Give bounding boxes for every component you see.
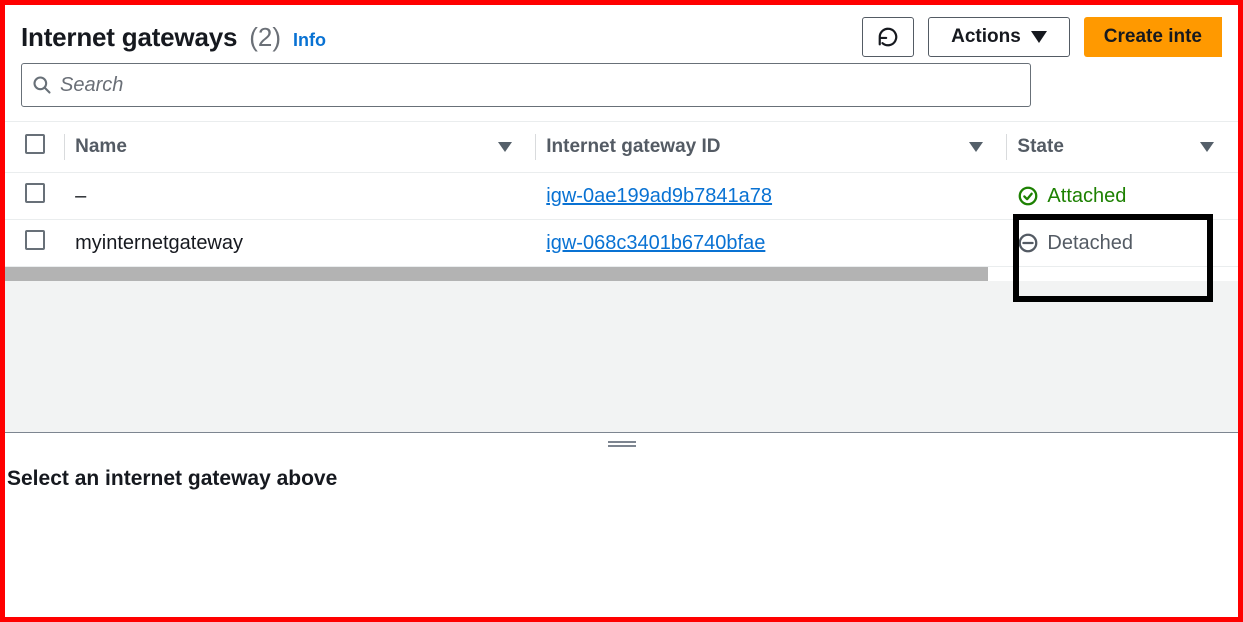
search-input[interactable] [60,74,1020,97]
gateways-table: Name Internet gateway ID State [5,121,1238,281]
filter-icon[interactable] [1200,142,1214,152]
drag-handle-icon [608,441,636,443]
gateway-id-link[interactable]: igw-0ae199ad9b7841a78 [546,185,772,207]
table-header-row: Name Internet gateway ID State [5,122,1238,173]
table-footer-area [5,281,1238,433]
app-frame: Internet gateways (2) Info Actions Creat… [0,0,1243,622]
caret-down-icon [1031,31,1047,43]
status-ok-icon [1017,185,1039,207]
state-cell: Attached [1017,185,1228,208]
cell-name: myinternetgateway [65,220,536,267]
status-stopped-icon [1017,232,1039,254]
row-checkbox[interactable] [25,230,45,250]
page-title: Internet gateways [21,22,237,53]
row-checkbox[interactable] [25,183,45,203]
filter-icon[interactable] [498,142,512,152]
state-label: Attached [1047,185,1126,208]
horizontal-scrollbar[interactable] [5,267,988,281]
header-bar: Internet gateways (2) Info Actions Creat… [5,5,1238,63]
refresh-icon [877,26,899,48]
table-row[interactable]: – igw-0ae199ad9b7841a78 Attached [5,173,1238,220]
column-id-label: Internet gateway ID [546,136,720,158]
title-group: Internet gateways (2) Info [21,22,326,53]
actions-button[interactable]: Actions [928,17,1070,57]
filter-icon[interactable] [969,142,983,152]
select-all-header [5,122,65,173]
state-cell: Detached [1017,232,1228,255]
state-label: Detached [1047,232,1133,255]
create-internet-gateway-button[interactable]: Create inte [1084,17,1222,57]
gateway-id-link[interactable]: igw-068c3401b6740bfae [546,232,765,254]
column-header-id[interactable]: Internet gateway ID [536,122,1007,173]
search-row [5,63,1238,121]
actions-label: Actions [951,26,1021,48]
item-count: (2) [249,22,281,53]
column-header-name[interactable]: Name [65,122,536,173]
refresh-button[interactable] [862,17,914,57]
detail-panel-empty: Select an internet gateway above [5,443,1238,491]
column-name-label: Name [75,136,127,158]
cell-name: – [65,173,536,220]
search-icon [32,75,52,95]
split-panel-handle[interactable] [5,433,1238,443]
search-box[interactable] [21,63,1031,107]
column-header-state[interactable]: State [1007,122,1238,173]
select-all-checkbox[interactable] [25,134,45,154]
info-link[interactable]: Info [293,30,326,51]
table-row[interactable]: myinternetgateway igw-068c3401b6740bfae … [5,220,1238,267]
column-state-label: State [1017,136,1063,158]
